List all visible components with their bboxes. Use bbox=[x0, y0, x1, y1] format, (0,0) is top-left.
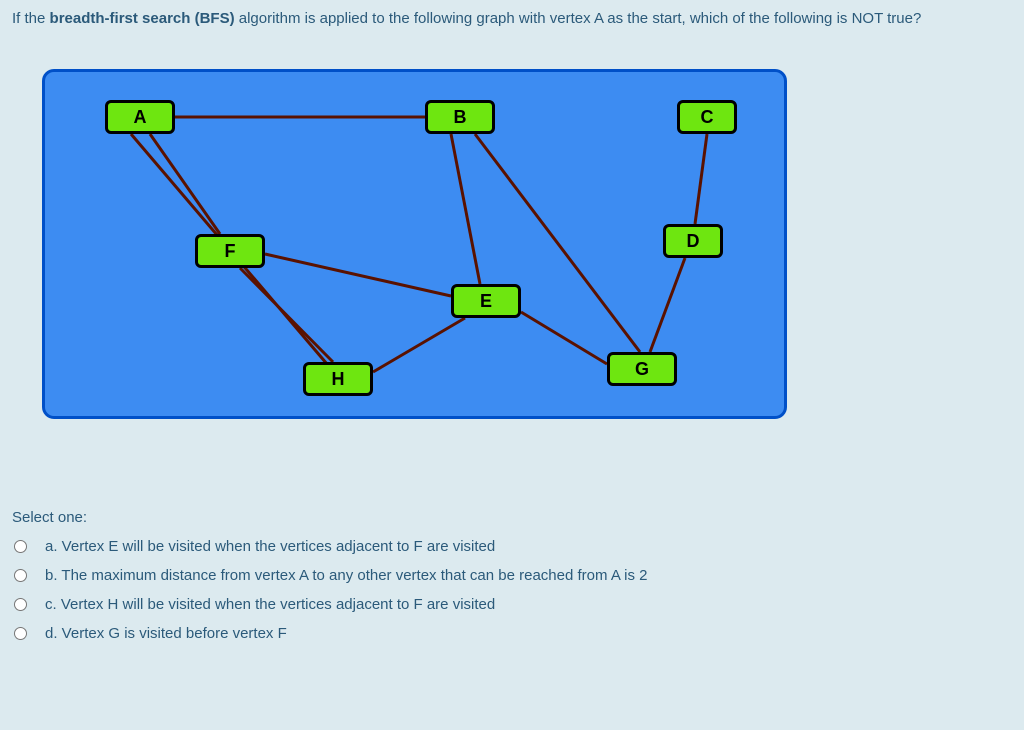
option-a-text: a. Vertex E will be visited when the ver… bbox=[45, 538, 495, 555]
vertex-C-label: C bbox=[701, 107, 714, 128]
edge-B-E bbox=[451, 134, 480, 284]
option-c-text: c. Vertex H will be visited when the ver… bbox=[45, 596, 495, 613]
edge-F-E bbox=[265, 254, 451, 296]
option-d-text: d. Vertex G is visited before vertex F bbox=[45, 625, 287, 642]
option-a-radio[interactable] bbox=[14, 540, 27, 553]
option-d-radio[interactable] bbox=[14, 627, 27, 640]
select-one-label: Select one: bbox=[12, 509, 1012, 526]
question-bold: breadth-first search (BFS) bbox=[50, 10, 235, 27]
edge-A-F bbox=[150, 134, 220, 234]
option-b-radio[interactable] bbox=[14, 569, 27, 582]
vertex-C: C bbox=[677, 100, 737, 134]
option-a-row[interactable]: a. Vertex E will be visited when the ver… bbox=[12, 532, 1012, 561]
edge-E-H bbox=[373, 318, 465, 372]
option-c-row[interactable]: c. Vertex H will be visited when the ver… bbox=[12, 590, 1012, 619]
vertex-B-label: B bbox=[454, 107, 467, 128]
vertex-G: G bbox=[607, 352, 677, 386]
graph-diagram: A B C D E F G H bbox=[42, 69, 787, 419]
options-list: a. Vertex E will be visited when the ver… bbox=[12, 532, 1012, 648]
option-b-text: b. The maximum distance from vertex A to… bbox=[45, 567, 648, 584]
vertex-A: A bbox=[105, 100, 175, 134]
edge-F-H bbox=[240, 268, 333, 362]
vertex-H: H bbox=[303, 362, 373, 396]
option-c-radio[interactable] bbox=[14, 598, 27, 611]
edge-E-G bbox=[521, 312, 607, 364]
edge-B-G bbox=[475, 134, 640, 352]
option-b-row[interactable]: b. The maximum distance from vertex A to… bbox=[12, 561, 1012, 590]
vertex-B: B bbox=[425, 100, 495, 134]
vertex-D-label: D bbox=[687, 231, 700, 252]
vertex-G-label: G bbox=[635, 359, 649, 380]
vertex-E: E bbox=[451, 284, 521, 318]
question-text: If the breadth-first search (BFS) algori… bbox=[12, 8, 1012, 29]
vertex-D: D bbox=[663, 224, 723, 258]
vertex-E-label: E bbox=[480, 291, 492, 312]
vertex-H-label: H bbox=[332, 369, 345, 390]
question-prefix: If the bbox=[12, 10, 50, 27]
quiz-page: If the breadth-first search (BFS) algori… bbox=[0, 0, 1024, 660]
edge-C-D bbox=[695, 134, 707, 224]
vertex-A-label: A bbox=[134, 107, 147, 128]
question-suffix: algorithm is applied to the following gr… bbox=[235, 10, 922, 27]
option-d-row[interactable]: d. Vertex G is visited before vertex F bbox=[12, 619, 1012, 648]
vertex-F: F bbox=[195, 234, 265, 268]
vertex-F-label: F bbox=[225, 241, 236, 262]
edge-D-G bbox=[650, 258, 685, 352]
